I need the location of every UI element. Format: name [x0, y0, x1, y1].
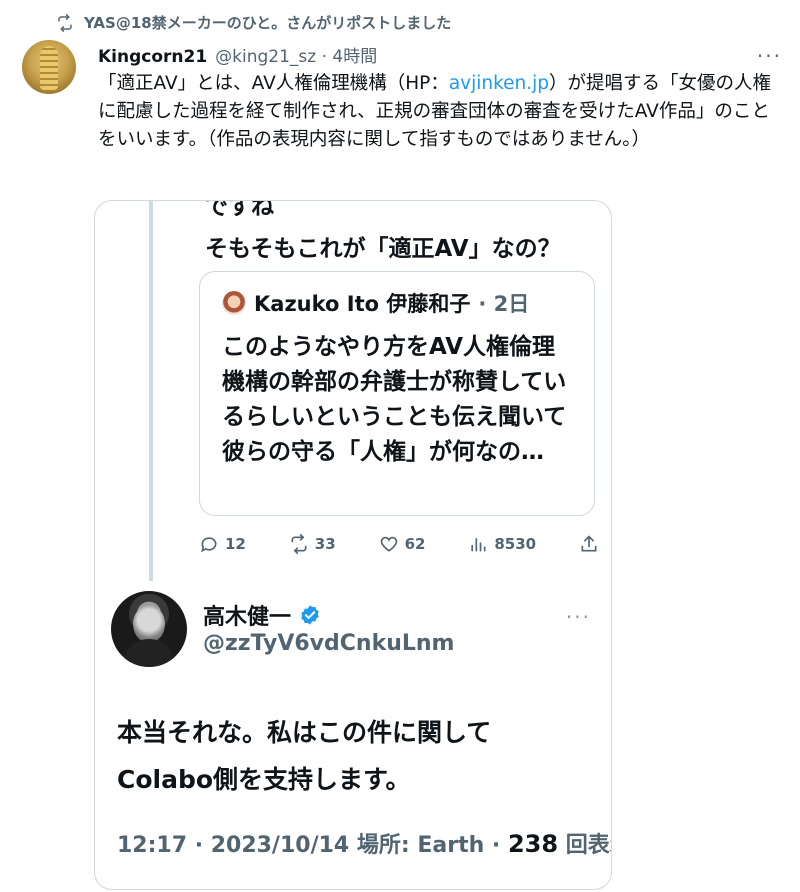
- reply-meta-prefix: 12:17 · 2023/10/14 場所: Earth ·: [117, 833, 508, 858]
- repost-count: 33: [314, 535, 336, 553]
- share-action: [579, 534, 599, 554]
- author-avatar[interactable]: [22, 40, 76, 94]
- heart-icon: [380, 536, 397, 552]
- inner-quote-author: Kazuko Ito 伊藤和子: [254, 292, 471, 316]
- reply-author-name: 高木健一: [203, 605, 292, 630]
- action-bar: 12 33 62 8530: [199, 534, 599, 554]
- tweet-link[interactable]: avjinken.jp: [449, 73, 549, 94]
- verified-badge-icon: [301, 605, 319, 625]
- attached-image[interactable]: ですね そもそもこれが「適正AV」なの？ Kazuko Ito 伊藤和子 · 2…: [94, 200, 612, 890]
- author-handle-time[interactable]: @king21_sz · 4時間: [215, 42, 377, 67]
- tweet-text: 「適正AV」とは、AV人権倫理機構（HP：avjinken.jp）が提唱する「女…: [98, 70, 778, 154]
- inner-quote-tweet: Kazuko Ito 伊藤和子 · 2日 このようなやり方をAV人権倫理機構の幹…: [199, 271, 595, 516]
- reply-view-number: 238: [507, 830, 559, 858]
- bar-chart-icon: [471, 538, 486, 552]
- inner-quote-avatar: [222, 291, 246, 315]
- author-name[interactable]: Kingcorn21: [98, 47, 207, 67]
- repost-icon: [58, 13, 72, 32]
- inner-quote-body: このようなやり方をAV人権倫理機構の幹部の弁護士が称賛しているらしいということも…: [222, 334, 567, 465]
- share-icon: [581, 535, 597, 552]
- tweet-text-before-link: 「適正AV」とは、AV人権倫理機構（HP：: [98, 73, 449, 94]
- view-count: 8530: [494, 535, 537, 553]
- like-count: 62: [404, 535, 426, 553]
- reply-body-line-2: Colabo側を支持します。: [117, 765, 411, 794]
- reply-icon: [201, 537, 217, 553]
- reply-body: 本当それな。私はこの件に関して Colabo側を支持します。: [117, 709, 597, 803]
- reply-author-avatar: [111, 591, 187, 667]
- tweet-header: Kingcorn21 @king21_sz · 4時間: [98, 42, 780, 67]
- reply-action: 12: [199, 534, 246, 554]
- reply-count: 12: [225, 535, 246, 553]
- repost-action: 33: [289, 534, 336, 554]
- repost-text[interactable]: YAS@18禁メーカーのひと。さんがリポストしました: [84, 12, 451, 33]
- repost-indicator: YAS@18禁メーカーのひと。さんがリポストしました: [56, 12, 451, 33]
- inner-quote-header: Kazuko Ito 伊藤和子 · 2日: [222, 288, 529, 318]
- views-action: 8530: [468, 534, 536, 554]
- thread-line: [149, 201, 153, 581]
- like-action: 62: [379, 534, 426, 554]
- reply-author-handle: @zzTyV6vdCnkuLnm: [203, 631, 455, 656]
- cut-off-text: ですね: [205, 200, 274, 220]
- quote-question: そもそもこれが「適正AV」なの？: [205, 236, 561, 262]
- reply-meta: 12:17 · 2023/10/14 場所: Earth · 238 回表示: [117, 827, 611, 859]
- inner-quote-time: · 2日: [478, 292, 530, 316]
- more-options-button[interactable]: ···: [757, 44, 782, 68]
- repost-count-icon: [291, 534, 307, 554]
- reply-view-label: 回表示: [565, 833, 611, 858]
- reply-author-row: 高木健一: [203, 599, 321, 631]
- reply-body-line-1: 本当それな。私はこの件に関して: [117, 718, 492, 747]
- reply-more-icon: ···: [565, 605, 591, 629]
